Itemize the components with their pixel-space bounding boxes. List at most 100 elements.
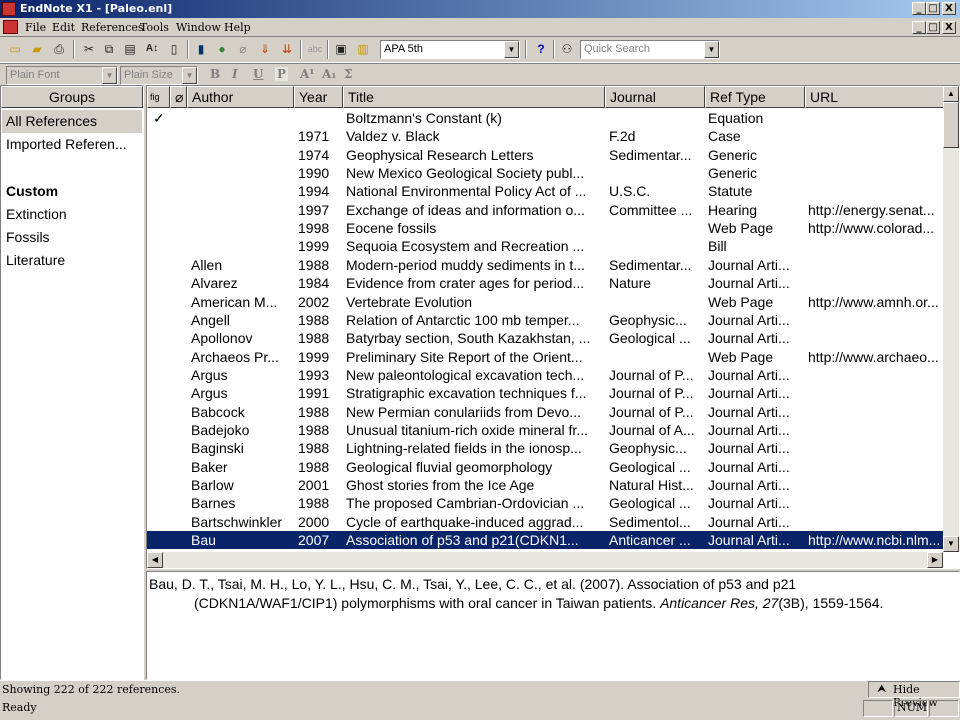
column-ref-type[interactable]: Ref Type xyxy=(705,86,805,108)
show-preview-icon[interactable]: ▥ xyxy=(354,40,372,58)
doc-minimize-button[interactable]: _ xyxy=(912,21,926,34)
attach-file-icon[interactable]: ⌀ xyxy=(234,40,252,58)
group-imported-references[interactable]: Imported Referen... xyxy=(2,133,142,156)
column-url[interactable]: URL xyxy=(805,86,945,108)
online-search-icon[interactable]: ● xyxy=(213,40,231,58)
table-row[interactable]: Baker 1988 Geological fluvial geomorpholog… xyxy=(147,458,943,476)
menu-file[interactable]: File xyxy=(25,21,46,34)
table-row[interactable]: 1994 National Environmental Policy Act of… xyxy=(147,182,943,200)
table-row[interactable]: Alvarez 1984 Evidence from crater ages for… xyxy=(147,274,943,292)
plain-button[interactable]: P xyxy=(275,67,289,81)
cell-title: Batyrbay section, South Kazakhstan, ... xyxy=(346,330,591,347)
endnote-app-icon[interactable] xyxy=(2,2,16,16)
output-style-select[interactable]: APA 5th ▼ xyxy=(380,40,520,59)
menu-window[interactable]: Window xyxy=(176,21,221,34)
table-row[interactable]: 1997 Exchange of ideas and information o.… xyxy=(147,201,943,219)
copy-formatted-icon[interactable]: ▯ xyxy=(165,40,183,58)
horizontal-scrollbar[interactable]: ◀ ▶ xyxy=(147,552,943,568)
table-row[interactable]: 1998 Eocene fossils Web Page http://www.col… xyxy=(147,219,943,237)
superscript-button[interactable]: A¹ xyxy=(300,67,315,81)
size-select[interactable]: Plain Size ▼ xyxy=(120,66,198,85)
cell-title: Preliminary Site Report of the Orient... xyxy=(346,348,583,365)
table-row[interactable]: Bartschwinkler 2000 Cycle of earthquake-in… xyxy=(147,513,943,531)
table-row[interactable]: Barlow 2001 Ghost stories from the Ice Age… xyxy=(147,476,943,494)
symbol-button[interactable]: Σ xyxy=(344,67,352,81)
table-row[interactable]: 1999 Sequoia Ecosystem and Recreation ...… xyxy=(147,237,943,255)
column-title[interactable]: Title xyxy=(343,86,605,108)
print-icon[interactable]: ⎙ xyxy=(50,40,68,58)
group-all-references[interactable]: All References xyxy=(2,110,142,133)
chevron-down-icon[interactable]: ▼ xyxy=(182,67,197,84)
open-folder-icon[interactable]: ▰ xyxy=(28,40,46,58)
cell-author: Angell xyxy=(191,311,230,328)
document-icon[interactable] xyxy=(3,20,18,34)
column-author[interactable]: Author xyxy=(187,86,294,108)
menu-references[interactable]: References xyxy=(81,21,144,34)
menu-tools[interactable]: Tools xyxy=(140,21,169,34)
table-row[interactable]: Allen 1988 Modern-period muddy sediments i… xyxy=(147,256,943,274)
figure-column-icon[interactable]: fig xyxy=(147,86,170,108)
chevron-down-icon[interactable]: ▼ xyxy=(102,67,117,84)
font-select-value: Plain Font xyxy=(10,69,60,81)
group-fossils[interactable]: Fossils xyxy=(2,226,142,249)
group-set-custom[interactable]: Custom xyxy=(2,180,142,203)
table-row[interactable]: 1990 New Mexico Geological Society publ..… xyxy=(147,164,943,182)
table-row[interactable]: American M... 2002 Vertebrate Evolution Web… xyxy=(147,293,943,311)
table-row[interactable]: 1974 Geophysical Research Letters Sediment… xyxy=(147,146,943,164)
table-row[interactable]: Argus 1993 New paleontological excavation … xyxy=(147,366,943,384)
table-row[interactable]: ✓ Boltzmann's Constant (k) Equation xyxy=(147,109,943,127)
doc-restore-button[interactable]: □ xyxy=(926,21,940,34)
subscript-button[interactable]: A₁ xyxy=(322,67,337,81)
group-literature[interactable]: Literature xyxy=(2,249,142,272)
table-row[interactable]: 1971 Valdez v. Black F.2d Case xyxy=(147,127,943,145)
menu-help[interactable]: Help xyxy=(224,21,251,34)
close-button[interactable]: X xyxy=(942,2,956,15)
scroll-right-button[interactable]: ▶ xyxy=(927,552,943,568)
scroll-down-button[interactable]: ▼ xyxy=(943,536,959,552)
maximize-button[interactable]: □ xyxy=(926,2,940,15)
table-row[interactable]: Angell 1988 Relation of Antarctic 100 mb t… xyxy=(147,311,943,329)
help-icon[interactable]: ? xyxy=(532,40,550,58)
sort-icon[interactable]: A↕ xyxy=(143,40,161,58)
paste-icon[interactable]: ▤ xyxy=(121,40,139,58)
menu-edit[interactable]: Edit xyxy=(52,21,75,34)
copy-icon[interactable]: ⧉ xyxy=(100,40,118,58)
find-fulltext-icon[interactable]: ⇓ xyxy=(256,40,274,58)
italic-button[interactable]: I xyxy=(232,67,238,81)
cell-title: Relation of Antarctic 100 mb temper... xyxy=(346,311,580,328)
insert-picture-icon[interactable]: ▣ xyxy=(332,40,350,58)
binoculars-icon[interactable]: ⚇ xyxy=(558,40,576,58)
scroll-up-button[interactable]: ▲ xyxy=(943,86,959,102)
minimize-button[interactable]: _ xyxy=(912,2,926,15)
scroll-left-button[interactable]: ◀ xyxy=(147,552,163,568)
groups-header[interactable]: Groups xyxy=(1,86,143,108)
attachment-column-icon[interactable]: ⌀ xyxy=(170,86,187,108)
cell-journal: Journal of P... xyxy=(609,385,694,402)
bold-button[interactable]: B xyxy=(210,67,220,81)
table-row[interactable]: Bau 2007 Association of p53 and p21(CDKN1.… xyxy=(147,531,943,550)
open-link-icon[interactable]: ⇊ xyxy=(278,40,296,58)
table-row[interactable]: Archaeos Pr... 1999 Preliminary Site Repor… xyxy=(147,348,943,366)
group-extinction[interactable]: Extinction xyxy=(2,203,142,226)
vertical-scrollbar[interactable]: ▲ ▼ xyxy=(943,86,959,552)
table-row[interactable]: Babcock 1988 New Permian conulariids from … xyxy=(147,403,943,421)
new-library-icon[interactable]: ▭ xyxy=(6,40,24,58)
table-row[interactable]: Argus 1991 Stratigraphic excavation techni… xyxy=(147,384,943,402)
table-row[interactable]: Baginski 1988 Lightning-related fields in … xyxy=(147,439,943,457)
column-journal[interactable]: Journal xyxy=(605,86,705,108)
underline-button[interactable]: U xyxy=(253,67,263,81)
font-select[interactable]: Plain Font ▼ xyxy=(6,66,118,85)
chevron-down-icon[interactable]: ▼ xyxy=(504,41,519,58)
table-row[interactable]: Badejoko 1988 Unusual titanium-rich oxide … xyxy=(147,421,943,439)
spell-check-icon[interactable]: abc xyxy=(306,40,324,58)
table-row[interactable]: Apollonov 1988 Batyrbay section, South Kaz… xyxy=(147,329,943,347)
hide-preview-button[interactable]: ⮝ Hide Preview xyxy=(868,681,960,709)
cut-icon[interactable]: ✂ xyxy=(80,40,98,58)
chevron-down-icon[interactable]: ▼ xyxy=(704,41,719,58)
column-year[interactable]: Year xyxy=(294,86,343,108)
quick-search-input[interactable]: Quick Search ▼ xyxy=(580,40,720,59)
scroll-thumb[interactable] xyxy=(943,102,959,148)
show-all-icon[interactable]: ▮ xyxy=(192,40,210,58)
doc-close-button[interactable]: X xyxy=(942,21,956,34)
table-row[interactable]: Barnes 1988 The proposed Cambrian-Ordovici… xyxy=(147,494,943,512)
